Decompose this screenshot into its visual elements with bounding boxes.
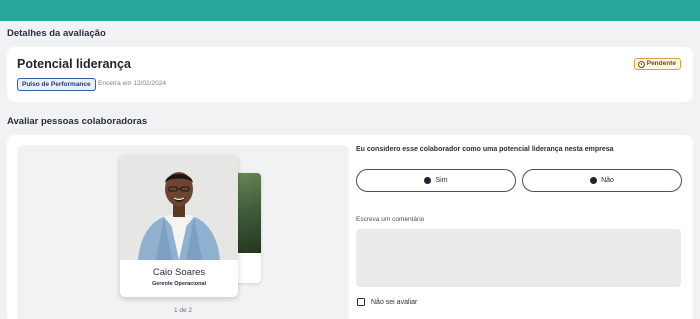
person-role: Gerente Operacional bbox=[151, 281, 207, 287]
dont-know-option[interactable]: Não sei avaliar bbox=[357, 298, 417, 306]
clock-icon bbox=[637, 60, 645, 68]
evaluation-details-card: Potencial liderança Pulso de Performance… bbox=[7, 47, 693, 102]
person-card: Caio Soares Gerente Operacional bbox=[120, 155, 238, 297]
comment-textarea[interactable] bbox=[356, 229, 681, 287]
person-carousel[interactable]: Caio Soares Gerente Operacional 1 de 2 bbox=[17, 145, 349, 319]
details-section-title: Detalhes da avaliação bbox=[7, 28, 106, 39]
radio-dot-icon bbox=[424, 177, 432, 184]
evaluate-section-title: Avaliar pessoas colaboradoras bbox=[7, 116, 148, 127]
person-name: Caio Soares bbox=[152, 267, 206, 278]
status-label: Pendente bbox=[646, 60, 676, 67]
person-photo bbox=[120, 155, 238, 260]
option-yes-button[interactable]: Sim bbox=[356, 169, 516, 192]
status-badge: Pendente bbox=[633, 58, 681, 70]
evaluation-title: Potencial liderança bbox=[17, 57, 131, 71]
carousel-pager: 1 de 2 bbox=[173, 307, 193, 314]
dont-know-label: Não sei avaliar bbox=[371, 298, 418, 306]
radio-dot-icon bbox=[590, 177, 598, 184]
evaluation-type-tag: Pulso de Performance bbox=[17, 78, 96, 91]
option-no-button[interactable]: Não bbox=[522, 169, 682, 192]
option-yes-label: Sim bbox=[435, 177, 448, 184]
dont-know-checkbox[interactable] bbox=[357, 298, 365, 306]
comment-label: Escreva um comentário bbox=[356, 216, 425, 223]
deadline-text: Encerra em 12/02/2024 bbox=[98, 80, 166, 87]
evaluation-question: Eu considero esse colaborador como uma p… bbox=[356, 146, 614, 153]
evaluation-form-card: Caio Soares Gerente Operacional 1 de 2 E… bbox=[7, 135, 693, 319]
option-no-label: Não bbox=[601, 177, 614, 184]
top-bar bbox=[0, 0, 700, 21]
